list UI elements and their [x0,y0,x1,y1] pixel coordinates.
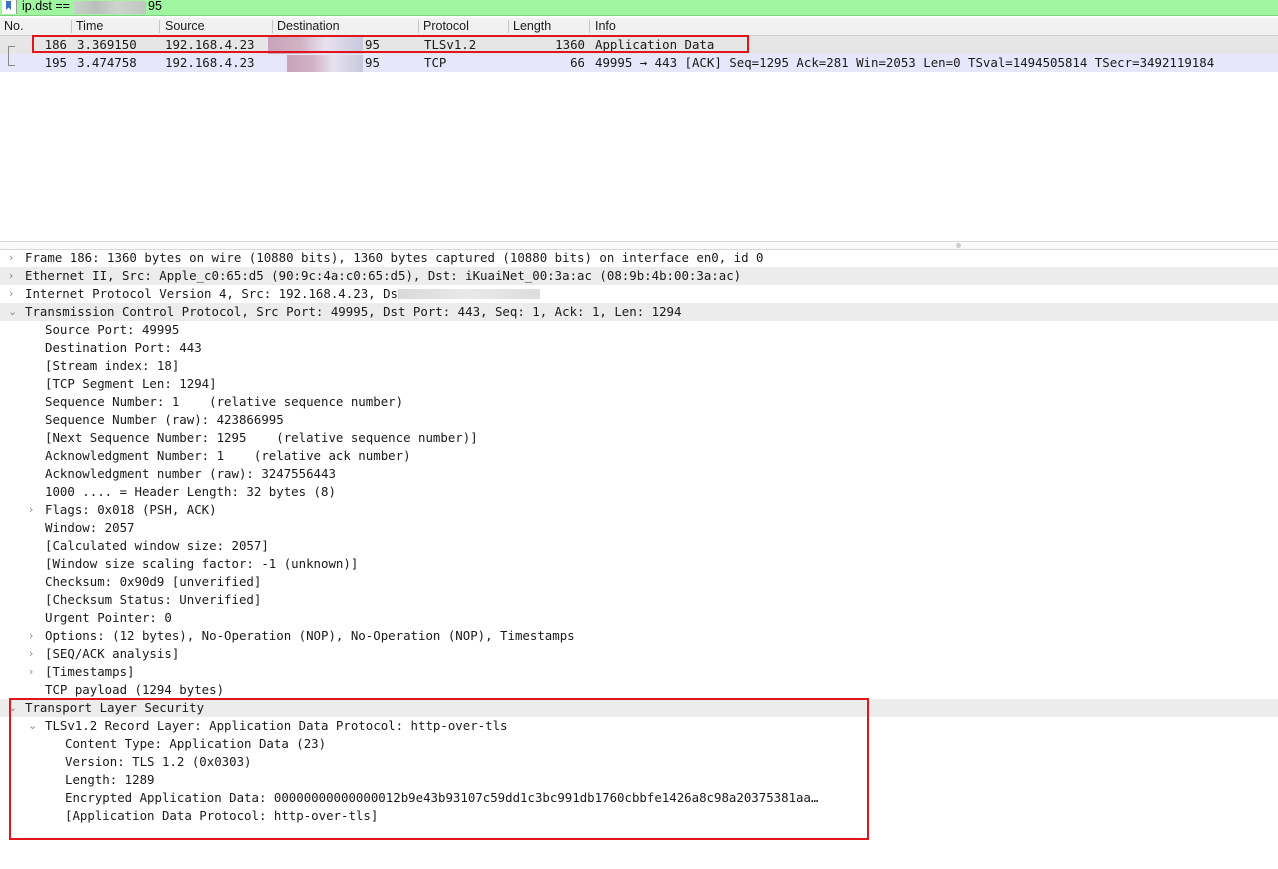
tcp-field-options[interactable]: › Options: (12 bytes), No-Operation (NOP… [0,627,1278,645]
tree-ip[interactable]: › Internet Protocol Version 4, Src: 192.… [0,285,1278,303]
field-text: 1000 .... = Header Length: 32 bytes (8) [45,484,336,499]
chevron-right-icon[interactable]: › [29,663,33,681]
field-text: [TCP Segment Len: 1294] [45,376,217,391]
related-packet-indicator [8,46,15,66]
packet-list-header: No. Time Source Destination Protocol Len… [0,18,1278,36]
tcp-field[interactable]: Urgent Pointer: 0 [0,609,1278,627]
field-text: Destination Port: 443 [45,340,202,355]
bookmark-icon[interactable] [2,0,17,14]
redacted-ip [74,1,146,14]
packet-protocol: TCP [424,55,447,70]
tcp-field[interactable]: Sequence Number (raw): 423866995 [0,411,1278,429]
field-text: Sequence Number (raw): 423866995 [45,412,284,427]
redacted-ip [398,289,540,299]
packet-info: 49995 → 443 [ACK] Seq=1295 Ack=281 Win=2… [595,55,1215,70]
field-text: Checksum: 0x90d9 [unverified] [45,574,262,589]
field-text: [Window size scaling factor: -1 (unknown… [45,556,359,571]
chevron-right-icon[interactable]: › [9,285,13,303]
tcp-field[interactable]: Destination Port: 443 [0,339,1278,357]
field-text: [Timestamps] [45,664,135,679]
tcp-field[interactable]: Acknowledgment Number: 1 (relative ack n… [0,447,1278,465]
tree-label: Frame 186: 1360 bytes on wire (10880 bit… [25,250,764,265]
column-destination[interactable]: Destination [277,19,340,33]
tcp-field[interactable]: [Next Sequence Number: 1295 (relative se… [0,429,1278,447]
chevron-right-icon[interactable]: › [29,627,33,645]
field-text: [Checksum Status: Unverified] [45,592,262,607]
tcp-field[interactable]: [Checksum Status: Unverified] [0,591,1278,609]
filter-text[interactable]: ip.dst == [22,0,70,13]
field-text: Options: (12 bytes), No-Operation (NOP),… [45,628,575,643]
column-source[interactable]: Source [165,19,205,33]
chevron-right-icon[interactable]: › [29,501,33,519]
column-length[interactable]: Length [513,19,551,33]
chevron-right-icon[interactable]: › [29,645,33,663]
packet-time: 3.474758 [77,55,137,70]
packet-no: 195 [44,55,67,70]
field-text: [Stream index: 18] [45,358,180,373]
tcp-field[interactable]: [TCP Segment Len: 1294] [0,375,1278,393]
chevron-down-icon[interactable]: ⌄ [8,303,17,321]
tcp-field[interactable]: Checksum: 0x90d9 [unverified] [0,573,1278,591]
tree-label: Transmission Control Protocol, Src Port:… [25,304,682,319]
tree-frame[interactable]: › Frame 186: 1360 bytes on wire (10880 b… [0,249,1278,267]
field-text: Urgent Pointer: 0 [45,610,172,625]
field-text: Window: 2057 [45,520,135,535]
chevron-right-icon[interactable]: › [9,267,13,285]
tree-ethernet[interactable]: › Ethernet II, Src: Apple_c0:65:d5 (90:9… [0,267,1278,285]
annotation-highlight-tls [9,698,869,840]
field-text: Flags: 0x018 (PSH, ACK) [45,502,217,517]
field-text: Acknowledgment Number: 1 (relative ack n… [45,448,411,463]
tcp-field[interactable]: Acknowledgment number (raw): 3247556443 [0,465,1278,483]
tcp-field-flags[interactable]: › Flags: 0x018 (PSH, ACK) [0,501,1278,519]
field-text: Sequence Number: 1 (relative sequence nu… [45,394,404,409]
chevron-right-icon[interactable]: › [9,249,13,267]
tcp-field[interactable]: [Stream index: 18] [0,357,1278,375]
tree-label: Internet Protocol Version 4, Src: 192.16… [25,286,413,301]
column-time[interactable]: Time [76,19,103,33]
tcp-field[interactable]: [Calculated window size: 2057] [0,537,1278,555]
filter-text-suffix[interactable]: 95 [148,0,162,13]
tcp-field[interactable]: 1000 .... = Header Length: 32 bytes (8) [0,483,1278,501]
column-info[interactable]: Info [595,19,616,33]
tcp-field[interactable]: Sequence Number: 1 (relative sequence nu… [0,393,1278,411]
tcp-field[interactable]: [Window size scaling factor: -1 (unknown… [0,555,1278,573]
column-no[interactable]: No. [4,19,23,33]
packet-length: 66 [570,55,585,70]
field-text: [Next Sequence Number: 1295 (relative se… [45,430,478,445]
packet-destination: 95 [365,55,380,70]
annotation-highlight-row [32,35,749,53]
field-text: [Calculated window size: 2057] [45,538,269,553]
field-text: TCP payload (1294 bytes) [45,682,225,697]
tcp-field-seq-ack[interactable]: › [SEQ/ACK analysis] [0,645,1278,663]
tcp-field-timestamps[interactable]: › [Timestamps] [0,663,1278,681]
packet-row[interactable]: 195 3.474758 192.168.4.23 95 TCP 66 4999… [0,54,1278,72]
tcp-field[interactable]: Window: 2057 [0,519,1278,537]
field-text: Source Port: 49995 [45,322,180,337]
column-protocol[interactable]: Protocol [423,19,469,33]
tcp-field[interactable]: TCP payload (1294 bytes) [0,681,1278,699]
field-text: [SEQ/ACK analysis] [45,646,180,661]
tcp-field[interactable]: Source Port: 49995 [0,321,1278,339]
packet-source: 192.168.4.23 [165,55,255,70]
display-filter-bar[interactable]: ip.dst == 95 [0,0,1278,16]
drag-handle-icon[interactable] [956,243,961,248]
redacted-destination [287,55,363,72]
tree-label: Ethernet II, Src: Apple_c0:65:d5 (90:9c:… [25,268,742,283]
field-text: Acknowledgment number (raw): 3247556443 [45,466,336,481]
tree-tcp[interactable]: ⌄ Transmission Control Protocol, Src Por… [0,303,1278,321]
